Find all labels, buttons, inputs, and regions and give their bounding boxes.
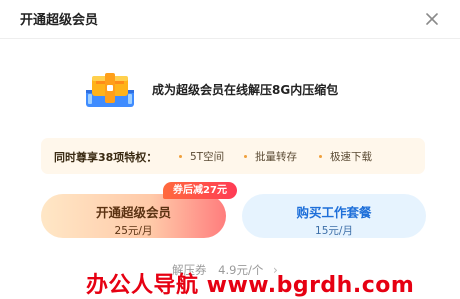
work-package-label: 购买工作套餐 <box>296 205 372 220</box>
dialog-title: 开通超级会员 <box>20 13 99 28</box>
coupon-badge: 券后减27元 <box>163 182 237 199</box>
dialog-header: 开通超级会员 <box>0 0 460 39</box>
membership-dialog: 开通超级会员 成为超级会员在线解压8G内压缩包 同时尊享38项特权： 5T空间 … <box>0 0 460 299</box>
promo-text: 成为超级会员在线解压8G内压缩包 <box>152 83 339 97</box>
privileges-title: 同时尊享38项特权： <box>54 151 158 164</box>
bullet-dot <box>319 154 322 158</box>
privilege-item-batch-transfer: 批量转存 <box>244 149 297 164</box>
close-icon[interactable] <box>424 11 440 27</box>
watermark-text: 办公人导航 www.bgrdh.com <box>86 273 415 298</box>
super-member-button[interactable]: 开通超级会员 25元/月 <box>41 194 226 238</box>
privilege-item-fast-download: 极速下载 <box>319 149 372 164</box>
work-package-price: 15元/月 <box>315 225 353 237</box>
privileges-panel: 同时尊享38项特权： 5T空间 批量转存 极速下载 <box>41 138 425 174</box>
bullet-dot <box>244 154 247 158</box>
super-member-label: 开通超级会员 <box>95 205 171 220</box>
super-member-price: 25元/月 <box>114 225 153 237</box>
work-package-button[interactable]: 购买工作套餐 15元/月 <box>242 194 426 238</box>
privilege-item-storage: 5T空间 <box>179 149 224 164</box>
promo-banner: 成为超级会员在线解压8G内压缩包 <box>82 70 402 110</box>
treasure-box-icon <box>82 70 138 110</box>
bullet-dot <box>179 154 182 158</box>
